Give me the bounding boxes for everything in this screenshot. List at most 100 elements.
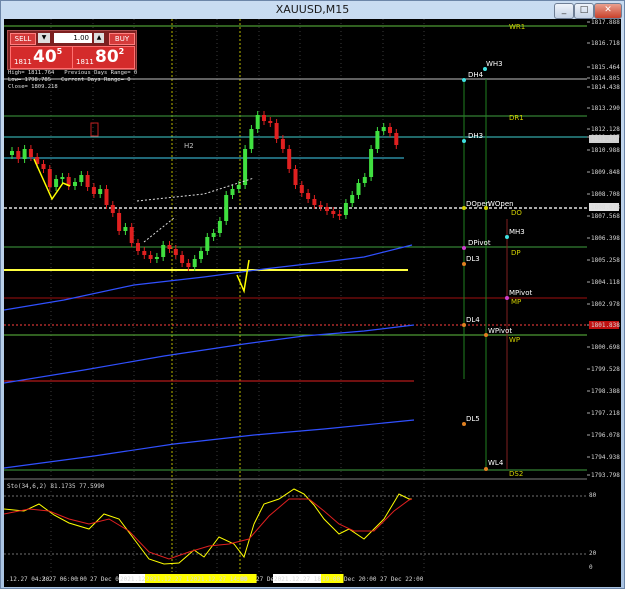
candle <box>217 221 222 233</box>
candle <box>325 207 329 211</box>
lot-size-input[interactable]: 1.00 <box>54 33 92 43</box>
title-bar[interactable]: XAUUSD,M15 _ □ ✕ <box>1 1 624 19</box>
price-tick: 1807.568 <box>591 213 620 220</box>
candle <box>60 177 65 179</box>
time-tick: :00 <box>236 576 247 583</box>
candle <box>394 133 399 145</box>
level-label-wopen: WOpen <box>488 200 514 208</box>
candle <box>136 243 140 251</box>
level-label-dr1: DR1 <box>509 114 524 122</box>
candle <box>255 115 260 129</box>
price-tick: 1799.528 <box>591 366 620 373</box>
candle <box>230 189 235 195</box>
level-label-wpivot: WPivot <box>488 327 512 335</box>
candle <box>249 129 254 149</box>
price-tick: 1810.988 <box>591 147 620 154</box>
candle <box>79 175 84 182</box>
price-tick: 1805.258 <box>591 257 620 264</box>
time-tick: 19:00 <box>322 576 340 583</box>
level-label-wr1: WR1 <box>509 23 525 31</box>
level-label-mpivot: MPivot <box>509 289 532 297</box>
range-info: High= 1811.764 Previous Days Range= 0 Lo… <box>8 70 138 90</box>
buy-price-prefix: 1811 <box>76 58 94 66</box>
level-label-dl4: DL4 <box>466 316 480 324</box>
price-tick: 1800.698 <box>591 344 620 351</box>
candle <box>299 185 304 193</box>
candle <box>381 127 386 131</box>
price-tick: 1815.464 <box>591 64 620 71</box>
lot-up-icon[interactable]: ▲ <box>94 33 104 43</box>
candle <box>98 189 103 194</box>
buy-button[interactable]: BUY <box>109 33 135 45</box>
candle <box>287 149 292 169</box>
candle <box>293 169 298 185</box>
level-label-mh3: MH3 <box>509 228 525 236</box>
price-chart[interactable]: WR1 WH3 DH4 DR1 DH3 DOpen WOpen DO MH3 D… <box>4 19 621 587</box>
candle <box>142 251 147 255</box>
maximize-button[interactable]: □ <box>574 3 594 19</box>
buy-price-main: 802 <box>95 47 125 67</box>
candle <box>306 193 311 199</box>
time-tick: 2021.12 <box>120 576 146 583</box>
candle <box>154 257 159 259</box>
sell-price-box[interactable]: 1811 405 <box>10 46 73 69</box>
price-tick: 1802.978 <box>591 301 620 308</box>
candle <box>274 123 279 139</box>
time-tick: .2.27 06:00 <box>38 576 78 583</box>
candle <box>129 227 134 243</box>
candle <box>312 199 317 205</box>
level-label-dp: DP <box>511 249 521 257</box>
price-tick: 1806.398 <box>591 235 620 242</box>
candle <box>186 263 191 267</box>
level-label-dh3: DH3 <box>468 132 483 140</box>
oscillator-label: Sto(34,6,2) 81.1735 77.5990 <box>7 483 105 490</box>
candle <box>73 182 77 186</box>
candle <box>243 149 248 185</box>
highlighted-price: 1801.838 <box>591 322 620 329</box>
chart-canvas[interactable]: WR1 WH3 DH4 DR1 DH3 DOpen WOpen DO MH3 D… <box>4 19 621 587</box>
candle <box>47 169 52 187</box>
candle <box>85 175 90 187</box>
candle <box>54 179 59 187</box>
price-tick: 1812.128 <box>591 126 620 133</box>
candle <box>110 205 115 213</box>
level-label-dl5: DL5 <box>466 415 480 423</box>
candle <box>356 183 361 195</box>
level-label-dpivot: DPivot <box>468 239 491 247</box>
price-axis: 1817.888 1816.718 1815.464 1814.805 1814.438… <box>587 19 620 479</box>
highlighted-price: 1811.097 <box>591 136 620 143</box>
candle <box>280 139 285 149</box>
sell-button[interactable]: SELL <box>10 33 36 45</box>
time-tick: 27 De <box>256 576 274 583</box>
highlighted-price: 1808.078 <box>591 204 620 211</box>
candle <box>123 227 128 231</box>
candle <box>369 149 374 177</box>
candle <box>117 213 122 231</box>
minimize-button[interactable]: _ <box>554 3 574 19</box>
time-axis: .12.27 04:30.2.27 06:00:00 27 Dec 08:0202… <box>6 574 424 583</box>
osc-level-80: 80 <box>589 492 597 499</box>
price-tick: 1797.218 <box>591 410 620 417</box>
price-tick: 1793.798 <box>591 472 620 479</box>
candle <box>10 151 14 155</box>
candle <box>318 205 323 207</box>
candle <box>224 195 229 221</box>
level-label-wl4: WL4 <box>488 459 504 467</box>
osc-level-0: 0 <box>589 564 593 571</box>
level-label-mp: MP <box>511 298 521 306</box>
candle <box>205 237 210 251</box>
buy-price-box[interactable]: 1811 802 <box>72 46 135 69</box>
candle <box>331 211 336 214</box>
lot-down-icon[interactable]: ▼ <box>38 33 50 43</box>
candle <box>362 177 367 183</box>
price-tick: 1798.388 <box>591 388 620 395</box>
time-tick: :00 <box>76 576 87 583</box>
candle <box>211 233 216 237</box>
candle <box>199 251 203 259</box>
sell-price-prefix: 1811 <box>14 58 32 66</box>
price-tick: 1804.118 <box>591 279 620 286</box>
candle <box>104 189 109 205</box>
close-button[interactable]: ✕ <box>594 3 622 19</box>
time-tick: Dec 20:00 <box>344 576 377 583</box>
candle <box>375 131 380 149</box>
